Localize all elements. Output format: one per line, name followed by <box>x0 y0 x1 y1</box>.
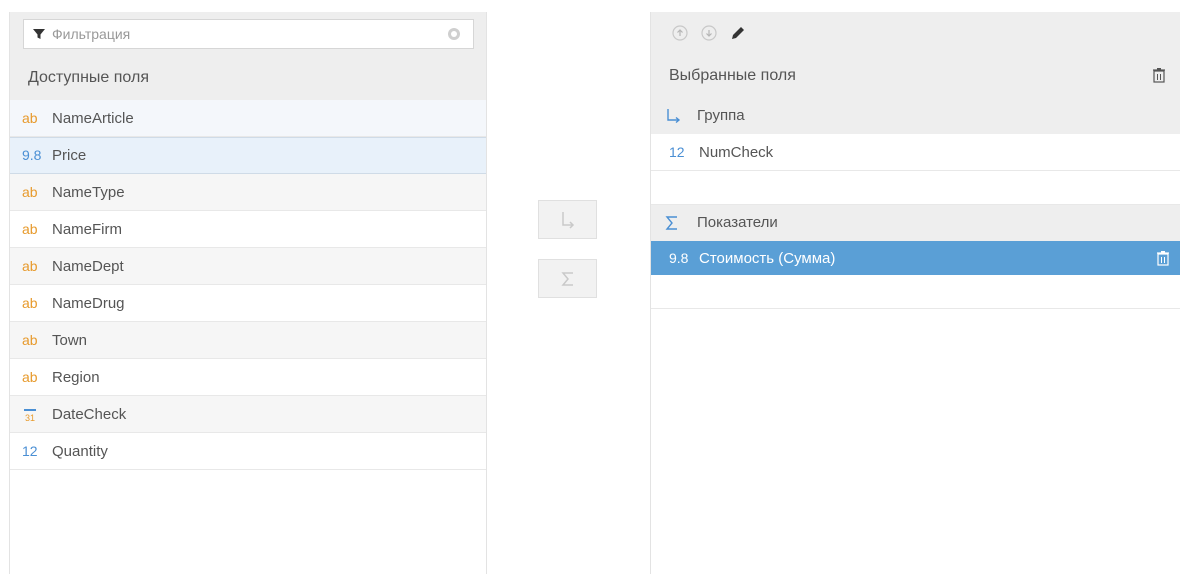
field-row[interactable]: 31 DateCheck <box>10 396 486 433</box>
available-fields-list: ab NameArticle 9.8 Price ab NameType ab … <box>10 100 486 470</box>
field-row[interactable]: ab NameDrug <box>10 285 486 322</box>
field-row[interactable]: ab NameType <box>10 174 486 211</box>
measures-section-icon <box>665 214 689 232</box>
field-row[interactable]: 12 Quantity <box>10 433 486 470</box>
filter-input[interactable] <box>52 21 447 47</box>
measures-section-header: Показатели <box>651 205 1180 241</box>
field-name: DateCheck <box>52 405 127 423</box>
edit-button[interactable] <box>727 22 749 44</box>
string-type-icon: ab <box>22 368 38 385</box>
field-name: Стоимость (Сумма) <box>699 249 836 267</box>
field-row[interactable]: ab NameFirm <box>10 211 486 248</box>
field-row[interactable]: 9.8 Price <box>10 137 486 174</box>
selected-fields-panel: Выбранные поля Группа 12 NumCheck Показа… <box>650 12 1180 574</box>
available-fields-header: Доступные поля <box>10 56 486 100</box>
selected-fields-title: Выбранные поля <box>669 67 796 84</box>
selected-fields-header: Выбранные поля <box>651 54 1180 98</box>
selected-fields-toolbar <box>651 12 1180 54</box>
field-name: NumCheck <box>699 143 774 161</box>
measures-drop-area[interactable] <box>651 275 1180 309</box>
decimal-type-text: 9.8 <box>669 250 689 266</box>
filter-box <box>23 19 474 49</box>
decimal-type-icon: 9.8 <box>669 250 695 266</box>
filter-bar <box>10 12 486 56</box>
sigma-icon <box>560 271 573 286</box>
field-name: NameArticle <box>52 109 134 127</box>
filter-icon <box>33 29 45 39</box>
field-name: Town <box>52 331 88 349</box>
date-type-icon: 31 <box>22 396 48 433</box>
trash-icon[interactable] <box>1156 250 1170 266</box>
group-section-icon <box>665 107 689 125</box>
field-name: NameFirm <box>52 220 122 238</box>
decimal-type-text: 9.8 <box>22 147 42 163</box>
date-type-text: 31 <box>25 413 35 423</box>
measure-field-row-selected[interactable]: 9.8 Стоимость (Сумма) <box>651 241 1180 275</box>
integer-type-icon: 12 <box>22 442 38 459</box>
string-type-icon: ab <box>22 109 38 126</box>
field-name: NameType <box>52 183 125 201</box>
field-name: NameDrug <box>52 294 125 312</box>
group-arrow-icon <box>561 211 574 229</box>
move-up-button[interactable] <box>669 22 691 44</box>
field-name: Quantity <box>52 442 108 460</box>
down-icon <box>701 25 717 41</box>
group-drop-area[interactable] <box>651 171 1180 205</box>
group-section-header: Группа <box>651 98 1180 134</box>
add-to-group-button[interactable] <box>538 200 597 239</box>
field-name: Region <box>52 368 100 386</box>
string-type-icon: ab <box>22 257 38 274</box>
field-row[interactable]: ab NameDept <box>10 248 486 285</box>
pencil-icon <box>732 27 744 39</box>
move-down-button[interactable] <box>698 22 720 44</box>
clear-filter-icon[interactable] <box>447 27 461 41</box>
field-name: Price <box>52 147 87 164</box>
group-section-label: Группа <box>697 107 745 124</box>
string-type-icon: ab <box>22 294 38 311</box>
decimal-type-icon: 9.8 <box>22 137 48 174</box>
field-row[interactable]: ab Region <box>10 359 486 396</box>
group-field-row[interactable]: 12 NumCheck <box>651 134 1180 171</box>
field-row[interactable]: ab NameArticle <box>10 100 486 137</box>
integer-type-icon: 12 <box>669 144 685 160</box>
string-type-icon: ab <box>22 331 38 348</box>
trash-icon[interactable] <box>1152 67 1166 83</box>
string-type-icon: ab <box>22 220 38 237</box>
field-row[interactable]: ab Town <box>10 322 486 359</box>
string-type-icon: ab <box>22 183 38 200</box>
field-name: NameDept <box>52 257 124 275</box>
available-fields-panel: Доступные поля ab NameArticle 9.8 Price … <box>9 12 487 574</box>
up-icon <box>672 25 688 41</box>
measures-section-label: Показатели <box>697 214 778 231</box>
add-to-measures-button[interactable] <box>538 259 597 298</box>
